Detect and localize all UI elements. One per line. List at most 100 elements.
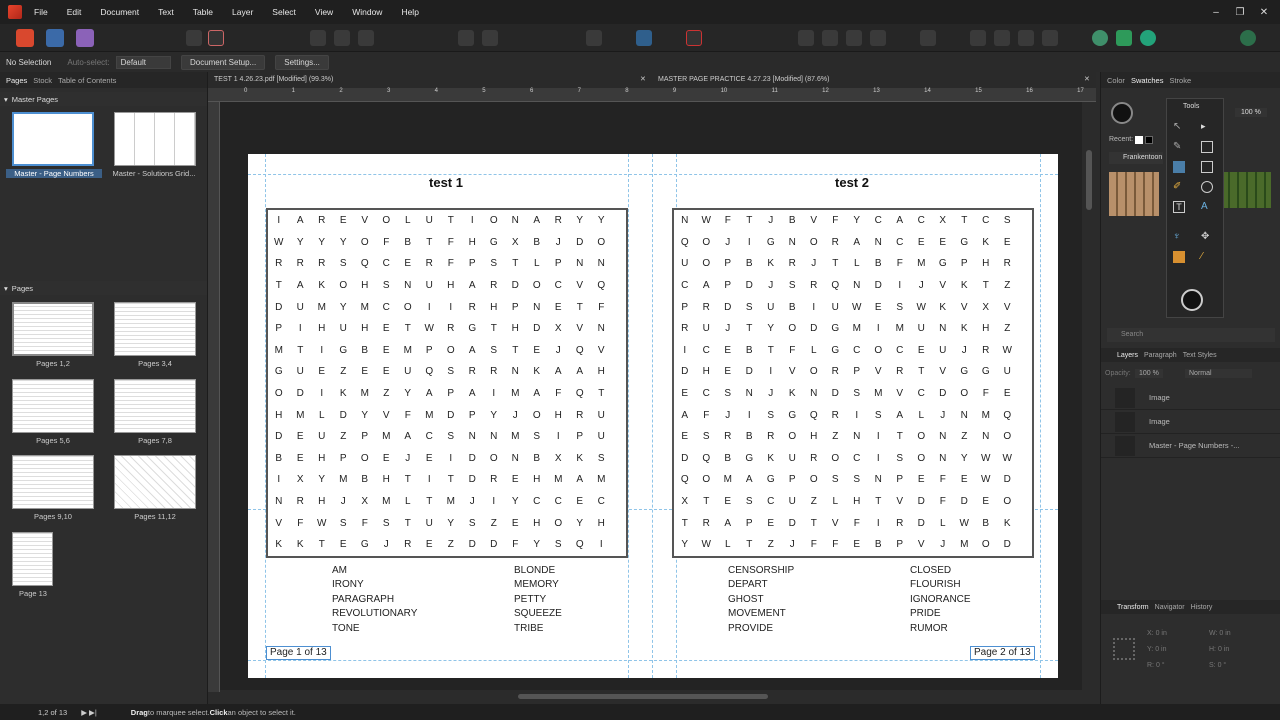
blend-mode-dropdown[interactable]: Normal (1185, 369, 1252, 378)
toolbar-button[interactable] (1018, 30, 1034, 46)
page-thumbnail[interactable] (12, 302, 94, 356)
master-thumbnail[interactable] (12, 112, 94, 166)
menu-file[interactable]: File (34, 7, 48, 17)
pages-header[interactable]: ▾ Pages (0, 281, 207, 295)
r-field[interactable]: 0 ° (1156, 662, 1165, 669)
minimize-icon[interactable]: – (1204, 7, 1228, 18)
tab-transform[interactable]: Transform (1117, 604, 1149, 611)
vertical-scrollbar[interactable] (1086, 150, 1092, 210)
menu-help[interactable]: Help (401, 7, 418, 17)
recent-swatch[interactable] (1135, 136, 1143, 144)
page-thumbnail[interactable] (114, 455, 196, 509)
autoselect-dropdown[interactable]: Default (115, 55, 171, 69)
page-thumbnail[interactable] (114, 379, 196, 433)
toolbar-button[interactable] (310, 30, 326, 46)
layer-opacity-field[interactable]: 100 % (1135, 369, 1163, 378)
y-field[interactable]: 0 in (1155, 646, 1166, 653)
toolbar-button[interactable] (358, 30, 374, 46)
doc-tab[interactable]: MASTER PAGE PRACTICE 4.27.23 [Modified] … (658, 76, 829, 83)
toolbar-button[interactable] (822, 30, 838, 46)
tab-navigator[interactable]: Navigator (1155, 604, 1185, 611)
tab-paragraph[interactable]: Paragraph (1144, 352, 1177, 359)
tab-swatches[interactable]: Swatches (1131, 76, 1164, 85)
toolbar-button[interactable] (1042, 30, 1058, 46)
close-icon[interactable]: ✕ (1252, 7, 1276, 18)
text-tool-icon[interactable]: T (1173, 201, 1185, 213)
page-thumbnail[interactable] (114, 302, 196, 356)
artistic-text-tool-icon[interactable]: A (1201, 201, 1213, 213)
color-well-icon[interactable] (1181, 289, 1203, 311)
close-tab-icon[interactable]: ✕ (640, 75, 646, 83)
align-icon[interactable] (1116, 30, 1132, 46)
toolbar-button[interactable] (846, 30, 862, 46)
next-page-icon[interactable]: ▶ ▶| (81, 708, 97, 717)
toolbar-button[interactable] (994, 30, 1010, 46)
anchor-icon[interactable] (1113, 638, 1135, 660)
user-icon[interactable] (1240, 30, 1256, 46)
preview-icon[interactable] (586, 30, 602, 46)
frame-tool-icon[interactable] (1201, 161, 1213, 173)
tab-history[interactable]: History (1191, 604, 1213, 611)
fill-tool-icon[interactable]: ♆ (1173, 231, 1185, 243)
ellipse-tool-icon[interactable] (1201, 181, 1213, 193)
w-field[interactable]: 0 in (1219, 630, 1230, 637)
node-tool-icon[interactable]: ▸ (1201, 121, 1213, 133)
document-setup-button[interactable]: Document Setup... (180, 54, 266, 70)
toolbar-button[interactable] (920, 30, 936, 46)
word-search-grid[interactable]: IAREVOLUTIONARYYWYYYOFBTFHGXBJDORRRSQCER… (266, 208, 628, 558)
menu-document[interactable]: Document (100, 7, 139, 17)
doc-tab[interactable]: TEST 1 4.26.23.pdf [Modified] (99.3%) (214, 76, 333, 83)
eyedropper-tool-icon[interactable]: ⁄ (1201, 251, 1213, 263)
menu-window[interactable]: Window (352, 7, 382, 17)
search-input[interactable]: Search (1107, 328, 1275, 342)
color-icon[interactable] (1140, 30, 1156, 46)
menu-table[interactable]: Table (193, 7, 213, 17)
publisher-persona-icon[interactable] (16, 29, 34, 47)
snapping-icon[interactable] (686, 30, 702, 46)
tab-pages[interactable]: Pages (6, 76, 27, 85)
toolbar-button[interactable] (186, 30, 202, 46)
restore-icon[interactable]: ❐ (1228, 7, 1252, 18)
layer-row[interactable]: Image (1101, 386, 1280, 410)
menu-layer[interactable]: Layer (232, 7, 253, 17)
toolbar-button[interactable] (970, 30, 986, 46)
h-field[interactable]: 0 in (1218, 646, 1229, 653)
swatch-grid[interactable] (1221, 172, 1271, 208)
tab-toc[interactable]: Table of Contents (58, 76, 116, 85)
page-number[interactable]: Page 2 of 13 (970, 646, 1035, 660)
swatch-palette-dropdown[interactable]: Frankentoon (1109, 152, 1163, 164)
gear-icon[interactable] (208, 30, 224, 46)
move-tool-icon[interactable]: ↖ (1173, 121, 1185, 133)
tab-text-styles[interactable]: Text Styles (1183, 352, 1217, 359)
horizontal-scrollbar[interactable] (518, 694, 768, 699)
assistant-icon[interactable] (1092, 30, 1108, 46)
master-thumbnail[interactable] (114, 112, 196, 166)
tab-stock[interactable]: Stock (33, 76, 52, 85)
rectangle-tool-icon[interactable] (1201, 141, 1213, 153)
menu-text[interactable]: Text (158, 7, 174, 17)
tab-layers[interactable]: Layers (1117, 352, 1138, 359)
menu-edit[interactable]: Edit (67, 7, 82, 17)
toolbar-button[interactable] (334, 30, 350, 46)
designer-persona-icon[interactable] (46, 29, 64, 47)
menu-view[interactable]: View (315, 7, 333, 17)
s-field[interactable]: 0 ° (1218, 662, 1227, 669)
picture-frame-tool-icon[interactable] (1173, 161, 1185, 173)
toolbar-button[interactable] (798, 30, 814, 46)
toolbar-button[interactable] (482, 30, 498, 46)
master-pages-header[interactable]: ▾ Master Pages (0, 92, 207, 106)
fill-stroke-icon[interactable] (1111, 102, 1133, 124)
layer-row[interactable]: Image (1101, 410, 1280, 434)
gradient-tool-icon[interactable]: ✥ (1201, 231, 1213, 243)
toolbar-button[interactable] (870, 30, 886, 46)
pen-tool-icon[interactable]: ✎ (1173, 141, 1185, 153)
toolbar-button[interactable] (458, 30, 474, 46)
layer-row[interactable]: Master - Page Numbers -... (1101, 434, 1280, 458)
page-indicator[interactable]: 1,2 of 13 (38, 708, 67, 717)
opacity-field[interactable]: 100 % (1235, 108, 1267, 117)
word-search-grid[interactable]: NWFTJBVFYCACXTCSQOJIGNORANCEEGKEUOPBKRJT… (672, 208, 1034, 558)
page-thumbnail[interactable] (12, 455, 94, 509)
recent-swatch[interactable] (1145, 136, 1153, 144)
tab-color[interactable]: Color (1107, 76, 1125, 85)
text-frame-icon[interactable] (636, 30, 652, 46)
